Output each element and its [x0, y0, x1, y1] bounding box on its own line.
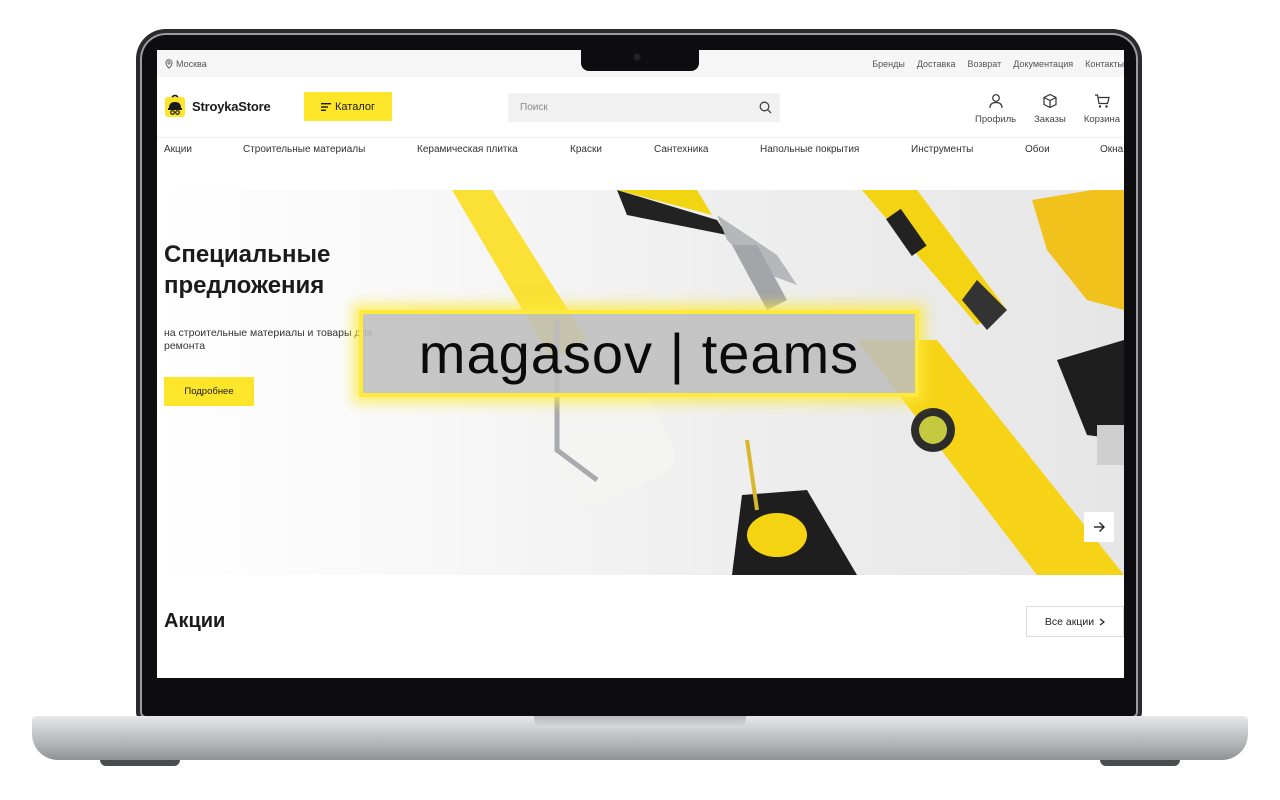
laptop-trackpad-notch	[534, 716, 746, 728]
watermark-banner: magasov | teams	[359, 310, 919, 397]
laptop-foot-right	[1100, 760, 1180, 766]
search-icon[interactable]	[759, 101, 772, 114]
hero-next-button[interactable]	[1084, 512, 1114, 542]
nav-profile[interactable]: Профиль	[975, 93, 1016, 125]
all-promos-button[interactable]: Все акции	[1026, 606, 1124, 637]
category-ceramic-tiles[interactable]: Керамическая плитка	[417, 144, 518, 155]
hero-title: Специальные предложения	[164, 241, 331, 299]
logo-helmet-icon	[165, 94, 185, 117]
laptop-screen: Москва Бренды Доставка Возврат Документа…	[157, 50, 1124, 678]
camera-icon	[634, 54, 640, 60]
hero-more-button[interactable]: Подробнее	[164, 377, 254, 406]
category-flooring[interactable]: Напольные покрытия	[760, 144, 859, 155]
nav-cart[interactable]: Корзина	[1084, 93, 1120, 125]
link-documentation[interactable]: Документация	[1013, 59, 1073, 69]
logo[interactable]: StroykaStore	[164, 94, 271, 118]
nav-orders-label: Заказы	[1034, 114, 1066, 125]
cart-icon	[1094, 94, 1110, 108]
site-header: StroykaStore Каталог Профи	[157, 77, 1124, 138]
chevron-right-icon	[1099, 618, 1106, 625]
link-returns[interactable]: Возврат	[967, 59, 1001, 69]
category-bar: Акции Строительные материалы Керамическа…	[157, 139, 1124, 162]
laptop-foot-left	[100, 760, 180, 766]
search-box	[508, 93, 780, 122]
category-building-materials[interactable]: Строительные материалы	[243, 144, 365, 155]
user-icon	[988, 94, 1003, 109]
promos-title: Акции	[164, 610, 226, 632]
nav-orders[interactable]: Заказы	[1034, 93, 1066, 125]
all-promos-label: Все акции	[1044, 615, 1095, 628]
location-pin-icon	[165, 59, 173, 69]
catalog-button[interactable]: Каталог	[304, 92, 392, 121]
category-plumbing[interactable]: Сантехника	[654, 144, 709, 155]
search-input[interactable]	[508, 102, 748, 113]
hero-subtitle: на строительные материалы и товары для р…	[164, 327, 373, 352]
category-tools[interactable]: Инструменты	[911, 144, 973, 155]
top-links: Бренды Доставка Возврат Документация Кон…	[872, 59, 1124, 69]
arrow-right-icon	[1094, 522, 1105, 532]
nav-cart-label: Корзина	[1083, 114, 1120, 125]
logo-text: StroykaStore	[192, 98, 271, 114]
category-paints[interactable]: Краски	[570, 144, 602, 155]
camera-notch	[581, 50, 699, 71]
city-label: Москва	[176, 59, 207, 69]
city-selector[interactable]: Москва	[165, 59, 207, 69]
nav-profile-label: Профиль	[975, 114, 1017, 125]
catalog-label: Каталог	[335, 100, 375, 113]
category-wallpaper[interactable]: Обои	[1025, 144, 1050, 155]
menu-icon	[321, 102, 331, 111]
link-delivery[interactable]: Доставка	[917, 59, 956, 69]
header-nav: Профиль Заказы Корзина	[975, 93, 1120, 125]
category-windows[interactable]: Окна	[1100, 144, 1123, 155]
box-icon	[1043, 93, 1057, 109]
laptop-base	[32, 716, 1248, 760]
category-sale[interactable]: Акции	[164, 144, 192, 155]
link-contacts[interactable]: Контакты	[1085, 59, 1124, 69]
link-brands[interactable]: Бренды	[872, 59, 905, 69]
